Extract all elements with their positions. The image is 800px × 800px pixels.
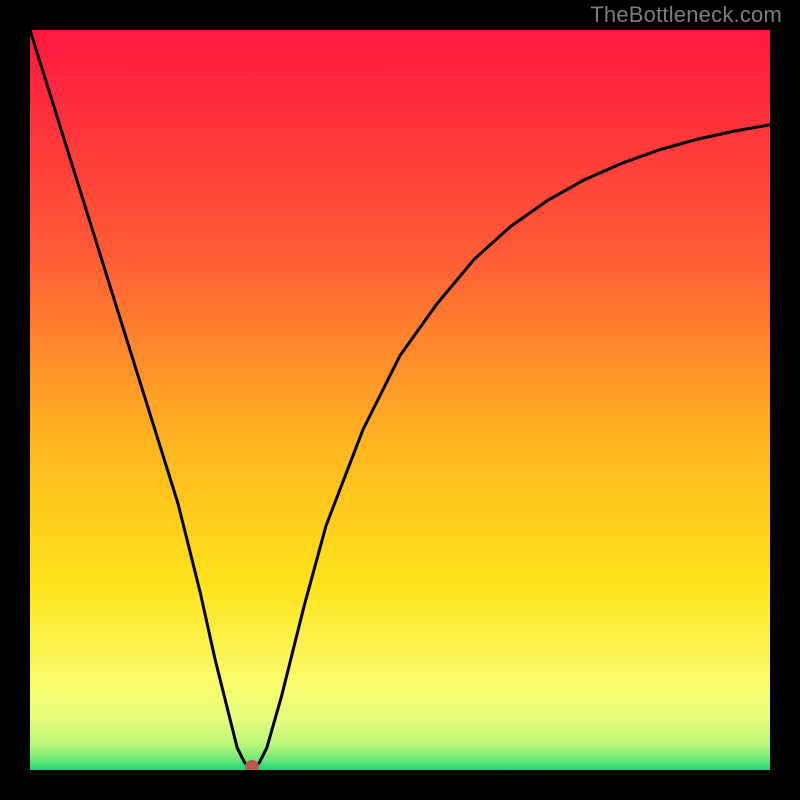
gradient-background — [30, 30, 770, 770]
chart-svg — [30, 30, 770, 770]
chart-frame: TheBottleneck.com — [0, 0, 800, 800]
plot-area — [30, 30, 770, 770]
watermark-text: TheBottleneck.com — [590, 2, 782, 28]
